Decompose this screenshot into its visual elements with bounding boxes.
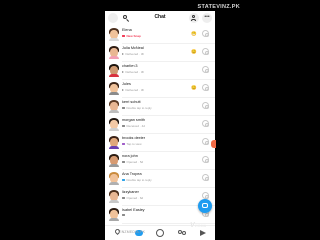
camera-icon[interactable] xyxy=(156,229,164,237)
chat-status: Delivered · 3h xyxy=(122,88,144,92)
camera-reply-icon[interactable] xyxy=(202,48,209,55)
snap-status-icon xyxy=(122,214,125,217)
camera-reply-icon[interactable] xyxy=(202,156,209,163)
chat-name: lizzykaner xyxy=(122,190,139,194)
watermark-top: STATEVINZ.PK xyxy=(197,4,240,10)
new-chat-button[interactable] xyxy=(198,199,212,213)
chat-status: Opened · 6d xyxy=(122,196,143,200)
avatar[interactable] xyxy=(108,189,120,203)
snap-status-icon xyxy=(122,71,124,73)
snap-status-icon xyxy=(122,160,125,164)
add-friend-button[interactable] xyxy=(189,13,199,23)
chat-row[interactable]: kerri schutt Double tap to reply xyxy=(105,97,215,115)
chat-name: Elena xyxy=(122,28,132,32)
chat-status: New Snap xyxy=(122,34,141,38)
chat-name: kerri schutt xyxy=(122,100,141,104)
chat-row[interactable]: Ana Tropea Double tap to reply xyxy=(105,169,215,187)
chat-status: Tap to view xyxy=(122,142,142,146)
avatar[interactable] xyxy=(108,117,120,131)
chat-name: Julia McNeal xyxy=(122,46,144,50)
chat-row[interactable]: Elena New Snap 😁 xyxy=(105,25,215,43)
avatar[interactable] xyxy=(108,63,120,77)
snap-status-icon xyxy=(122,89,124,91)
avatar[interactable] xyxy=(108,135,120,149)
camera-reply-icon[interactable] xyxy=(202,120,209,127)
chat-name: charlie<3 xyxy=(122,64,138,68)
chat-status xyxy=(122,214,127,217)
chat-name: nora john xyxy=(122,154,138,158)
snap-status-icon xyxy=(122,53,124,55)
friend-emoji-icon: 😊 xyxy=(191,85,197,90)
more-icon: ••• xyxy=(204,14,210,20)
friend-emoji-icon: 😁 xyxy=(191,31,197,36)
snap-status-icon xyxy=(122,142,125,146)
chat-status: Received · 4d xyxy=(122,124,145,128)
logo: VИОМА xyxy=(190,222,207,229)
chat-row[interactable]: charlie<3 Delivered · 3h xyxy=(105,61,215,79)
watermark-bottom: VINZMEDIA.PK xyxy=(118,230,146,234)
chat-status: Double tap to reply xyxy=(122,106,152,110)
avatar[interactable] xyxy=(108,27,120,41)
avatar[interactable] xyxy=(108,45,120,59)
chat-status: Double tap to reply xyxy=(122,178,152,182)
avatar[interactable] xyxy=(108,81,120,95)
phone-screen: Chat ••• Elena New Snap 😁 Julia McNeal Deliv… xyxy=(105,11,215,240)
camera-reply-icon[interactable] xyxy=(202,102,209,109)
chat-name: Jules xyxy=(122,82,131,86)
camera-reply-icon[interactable] xyxy=(202,174,209,181)
chat-header: Chat ••• xyxy=(105,11,215,25)
chat-row[interactable]: Julia McNeal Delivered · 3h 😊 xyxy=(105,43,215,61)
friend-emoji-icon: 😊 xyxy=(191,49,197,54)
edge-handle[interactable] xyxy=(211,140,216,148)
snap-status-icon xyxy=(122,178,125,182)
snap-status-icon xyxy=(122,124,125,128)
new-chat-icon xyxy=(202,203,208,208)
chat-status: Delivered · 3h xyxy=(122,52,144,56)
add-friend-icon xyxy=(192,15,195,18)
chat-row[interactable]: Jules Delivered · 3h 😊 xyxy=(105,79,215,97)
snap-status-icon xyxy=(122,196,125,200)
avatar[interactable] xyxy=(108,153,120,167)
more-button[interactable]: ••• xyxy=(202,13,212,23)
avatar[interactable] xyxy=(108,207,120,221)
chat-name: brooks dexter xyxy=(122,136,146,140)
chat-row[interactable]: morgan smith Received · 4d xyxy=(105,115,215,133)
chat-name: Ana Tropea xyxy=(122,172,142,176)
chat-list: Elena New Snap 😁 Julia McNeal Delivered · 3h… xyxy=(105,25,215,223)
avatar[interactable] xyxy=(108,171,120,185)
camera-reply-icon[interactable] xyxy=(202,30,209,37)
camera-reply-icon[interactable] xyxy=(202,66,209,73)
chat-status: Opened · 5d xyxy=(122,160,143,164)
snap-status-icon xyxy=(122,34,125,38)
chat-status: Delivered · 3h xyxy=(122,70,144,74)
chat-row[interactable]: brooks dexter Tap to view xyxy=(105,133,215,151)
snap-status-icon xyxy=(122,106,125,110)
camera-reply-icon[interactable] xyxy=(202,138,209,145)
chat-name: Isabel Easley xyxy=(122,208,145,212)
camera-reply-icon[interactable] xyxy=(202,84,209,91)
chat-row[interactable]: nora john Opened · 5d xyxy=(105,151,215,169)
camera-reply-icon[interactable] xyxy=(202,192,209,199)
avatar[interactable] xyxy=(108,99,120,113)
discover-icon[interactable] xyxy=(199,229,207,237)
chat-name: morgan smith xyxy=(122,118,146,122)
friends-icon[interactable] xyxy=(178,229,186,237)
